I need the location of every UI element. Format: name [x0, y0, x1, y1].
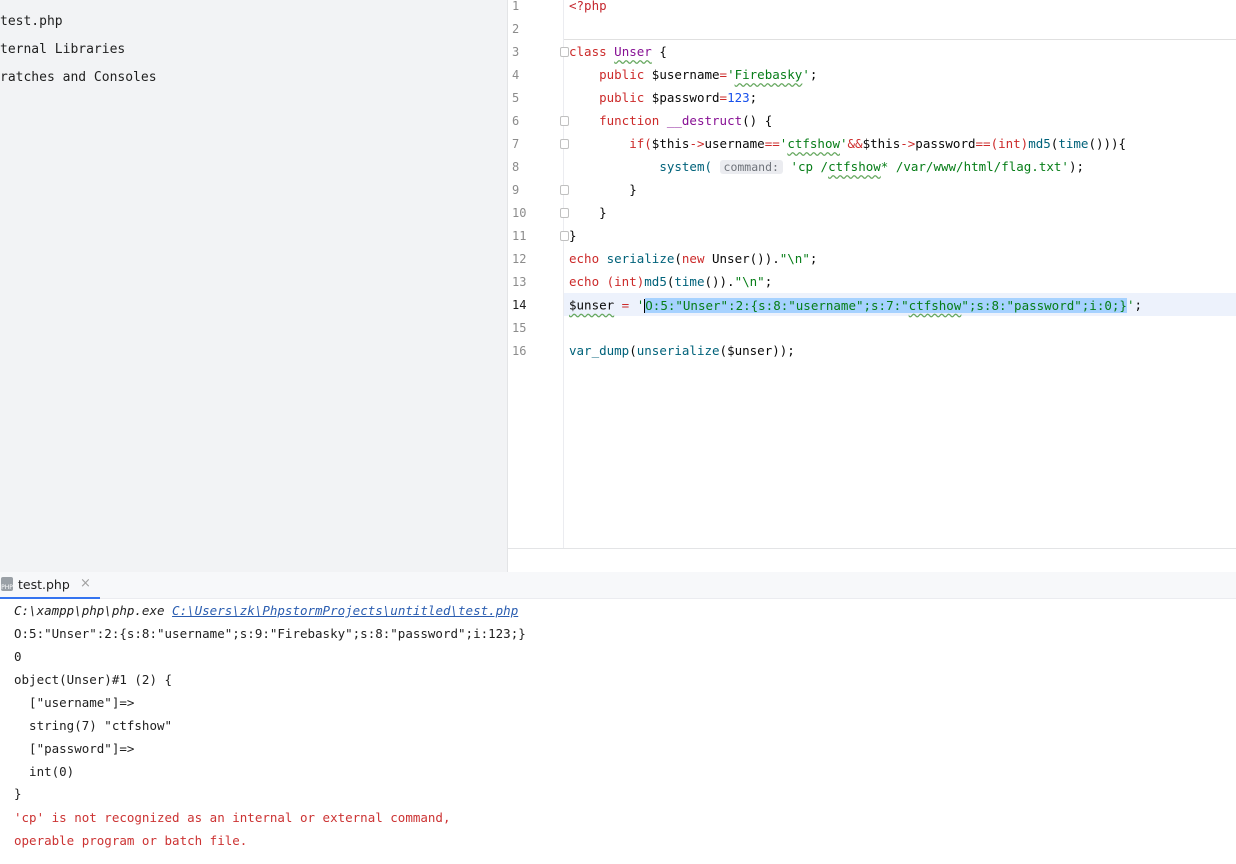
- fold-marker-icon[interactable]: [560, 116, 569, 126]
- code-editor[interactable]: 1 2 3 4 5 6 7 8 9 10 11 12 13 14 15 16 <…: [508, 0, 1236, 572]
- method-separator: [564, 39, 1236, 40]
- script-path-link[interactable]: C:\Users\zk\PhpstormProjects\untitled\te…: [172, 603, 518, 618]
- code-line-8: system( command: 'cp /ctfshow* /var/www/…: [659, 159, 1084, 174]
- code-line-12: echo serialize(new Unser())."\n";: [569, 251, 818, 266]
- console-output-line: O:5:"Unser":2:{s:8:"username";s:9:"Fireb…: [14, 626, 526, 641]
- tree-item-external-libraries[interactable]: ternal Libraries: [0, 40, 125, 60]
- console-output-line: int(0): [14, 764, 75, 779]
- line-number: 6: [512, 114, 520, 128]
- code-line-1: <?php: [569, 0, 607, 13]
- tree-item-partial-top: [0, 0, 8, 6]
- tree-item-scratches-consoles[interactable]: ratches and Consoles: [0, 68, 157, 88]
- tree-item-test-php[interactable]: test.php: [0, 12, 63, 32]
- code-line-9: }: [629, 182, 637, 197]
- selected-text[interactable]: ";s:8:"password";i:0;}: [961, 297, 1127, 313]
- code-line-5: public $password=123;: [599, 90, 758, 105]
- console-output-line: ["password"]=>: [14, 741, 135, 756]
- line-number: 15: [512, 321, 527, 335]
- console-output-line: ["username"]=>: [14, 695, 135, 710]
- console-output-line: string(7) "ctfshow": [14, 718, 173, 733]
- run-console[interactable]: C:\xampp\php\php.exe C:\Users\zk\Phpstor…: [0, 599, 1236, 864]
- line-number-current: 14: [512, 298, 527, 312]
- code-line-13: echo (int)md5(time())."\n";: [569, 274, 773, 289]
- console-error-line: 'cp' is not recognized as an internal or…: [14, 810, 451, 825]
- code-line-10: }: [599, 205, 607, 220]
- run-tab-label: test.php: [18, 577, 70, 592]
- run-tab-bar: PHP test.php ×: [0, 572, 1236, 599]
- line-number: 3: [512, 45, 520, 59]
- line-number: 10: [512, 206, 527, 220]
- console-command-line: C:\xampp\php\php.exe C:\Users\zk\Phpstor…: [14, 603, 519, 618]
- code-line-16: var_dump(unserialize($unser));: [569, 343, 795, 358]
- close-icon[interactable]: ×: [80, 576, 91, 591]
- line-number: 4: [512, 68, 520, 82]
- code-line-14: $unser = 'O:5:"Unser":2:{s:8:"username";…: [569, 297, 1142, 313]
- code-line-11: }: [569, 228, 577, 243]
- fold-marker-icon[interactable]: [560, 231, 569, 241]
- fold-marker-icon[interactable]: [560, 208, 569, 218]
- code-line-3: class Unser {: [569, 44, 667, 59]
- line-number: 1: [512, 0, 520, 13]
- code-line-7: if($this->username=='ctfshow'&&$this->pa…: [629, 136, 1127, 151]
- run-tab-test-php[interactable]: PHP test.php ×: [0, 572, 100, 599]
- console-output-line: object(Unser)#1 (2) {: [14, 672, 173, 687]
- line-number: 9: [512, 183, 520, 197]
- code-line-4: public $username='Firebasky';: [599, 67, 818, 82]
- line-number: 7: [512, 137, 520, 151]
- code-line-6: function __destruct() {: [599, 113, 773, 128]
- editor-bottom-border: [508, 548, 1236, 549]
- console-output-line: }: [14, 786, 22, 801]
- php-file-icon: PHP: [1, 577, 13, 591]
- line-number: 11: [512, 229, 527, 243]
- line-number: 16: [512, 344, 527, 358]
- selected-text[interactable]: O:5:"Unser":2:{s:8:"username";s:7:": [645, 297, 909, 313]
- fold-marker-icon[interactable]: [560, 47, 569, 57]
- line-number: 2: [512, 22, 520, 36]
- console-output-line: 0: [14, 649, 22, 664]
- fold-marker-icon[interactable]: [560, 185, 569, 195]
- line-number-gutter: 1 2 3 4 5 6 7 8 9 10 11 12 13 14 15 16: [508, 0, 564, 548]
- console-error-line: operable program or batch file.: [14, 833, 248, 848]
- line-number: 12: [512, 252, 527, 266]
- parameter-hint: command:: [719, 160, 783, 174]
- line-number: 8: [512, 160, 520, 174]
- fold-marker-icon[interactable]: [560, 139, 569, 149]
- project-tool-window: test.php ternal Libraries ratches and Co…: [0, 0, 508, 572]
- line-number: 5: [512, 91, 520, 105]
- line-number: 13: [512, 275, 527, 289]
- selected-text[interactable]: ctfshow: [908, 297, 962, 313]
